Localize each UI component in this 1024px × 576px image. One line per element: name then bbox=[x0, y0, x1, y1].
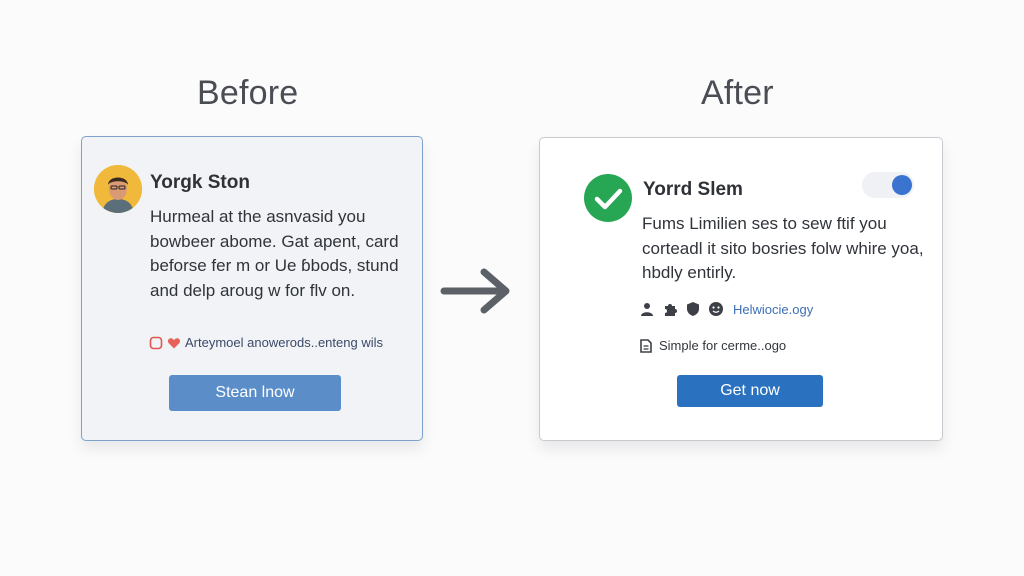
after-note-row: Simple for cerme..ogo bbox=[640, 338, 786, 353]
before-user-name: Yorgk Ston bbox=[150, 172, 250, 193]
after-user-name: Yorrd Slem bbox=[643, 179, 743, 200]
document-icon bbox=[640, 338, 652, 353]
person-icon bbox=[641, 303, 653, 316]
checkmark-icon bbox=[594, 188, 623, 210]
before-action-button[interactable]: Stean lnow bbox=[169, 375, 341, 411]
website-link[interactable]: Helwiocie.ogy bbox=[733, 302, 813, 317]
before-heading: Before bbox=[197, 74, 299, 112]
toggle-knob bbox=[892, 175, 912, 195]
avatar-portrait-icon bbox=[94, 165, 142, 213]
before-reactions: Arteymoel anowerods..enteng wils bbox=[149, 335, 383, 350]
comparison-stage: Before After Yorgk Ston Hurmeal at the a… bbox=[0, 0, 1024, 576]
after-card-body: Fums Limilien ses to sew ftif you cortea… bbox=[642, 214, 924, 282]
settings-toggle[interactable] bbox=[862, 172, 914, 198]
note-text: Simple for cerme..ogo bbox=[659, 338, 787, 353]
puzzle-icon bbox=[665, 304, 677, 316]
checkmark-badge bbox=[584, 174, 632, 222]
reactions-text: Arteymoel anowerods..enteng wils bbox=[185, 335, 383, 350]
after-action-button[interactable]: Get now bbox=[677, 375, 823, 407]
after-heading: After bbox=[701, 74, 774, 112]
after-card: Yorrd Slem Fums Limilien ses to sew ftif… bbox=[539, 137, 943, 441]
right-arrow-icon bbox=[440, 268, 510, 314]
after-meta-row: Helwiocie.ogy bbox=[639, 301, 813, 317]
shield-icon bbox=[687, 302, 699, 316]
heart-icon bbox=[167, 337, 181, 348]
emoji-icon bbox=[709, 302, 723, 316]
before-card: Yorgk Ston Hurmeal at the asnvasid you b… bbox=[81, 136, 423, 441]
square-icon bbox=[149, 336, 163, 349]
before-card-body: Hurmeal at the asnvasid you bowbeer abom… bbox=[150, 207, 399, 300]
avatar bbox=[94, 165, 142, 213]
